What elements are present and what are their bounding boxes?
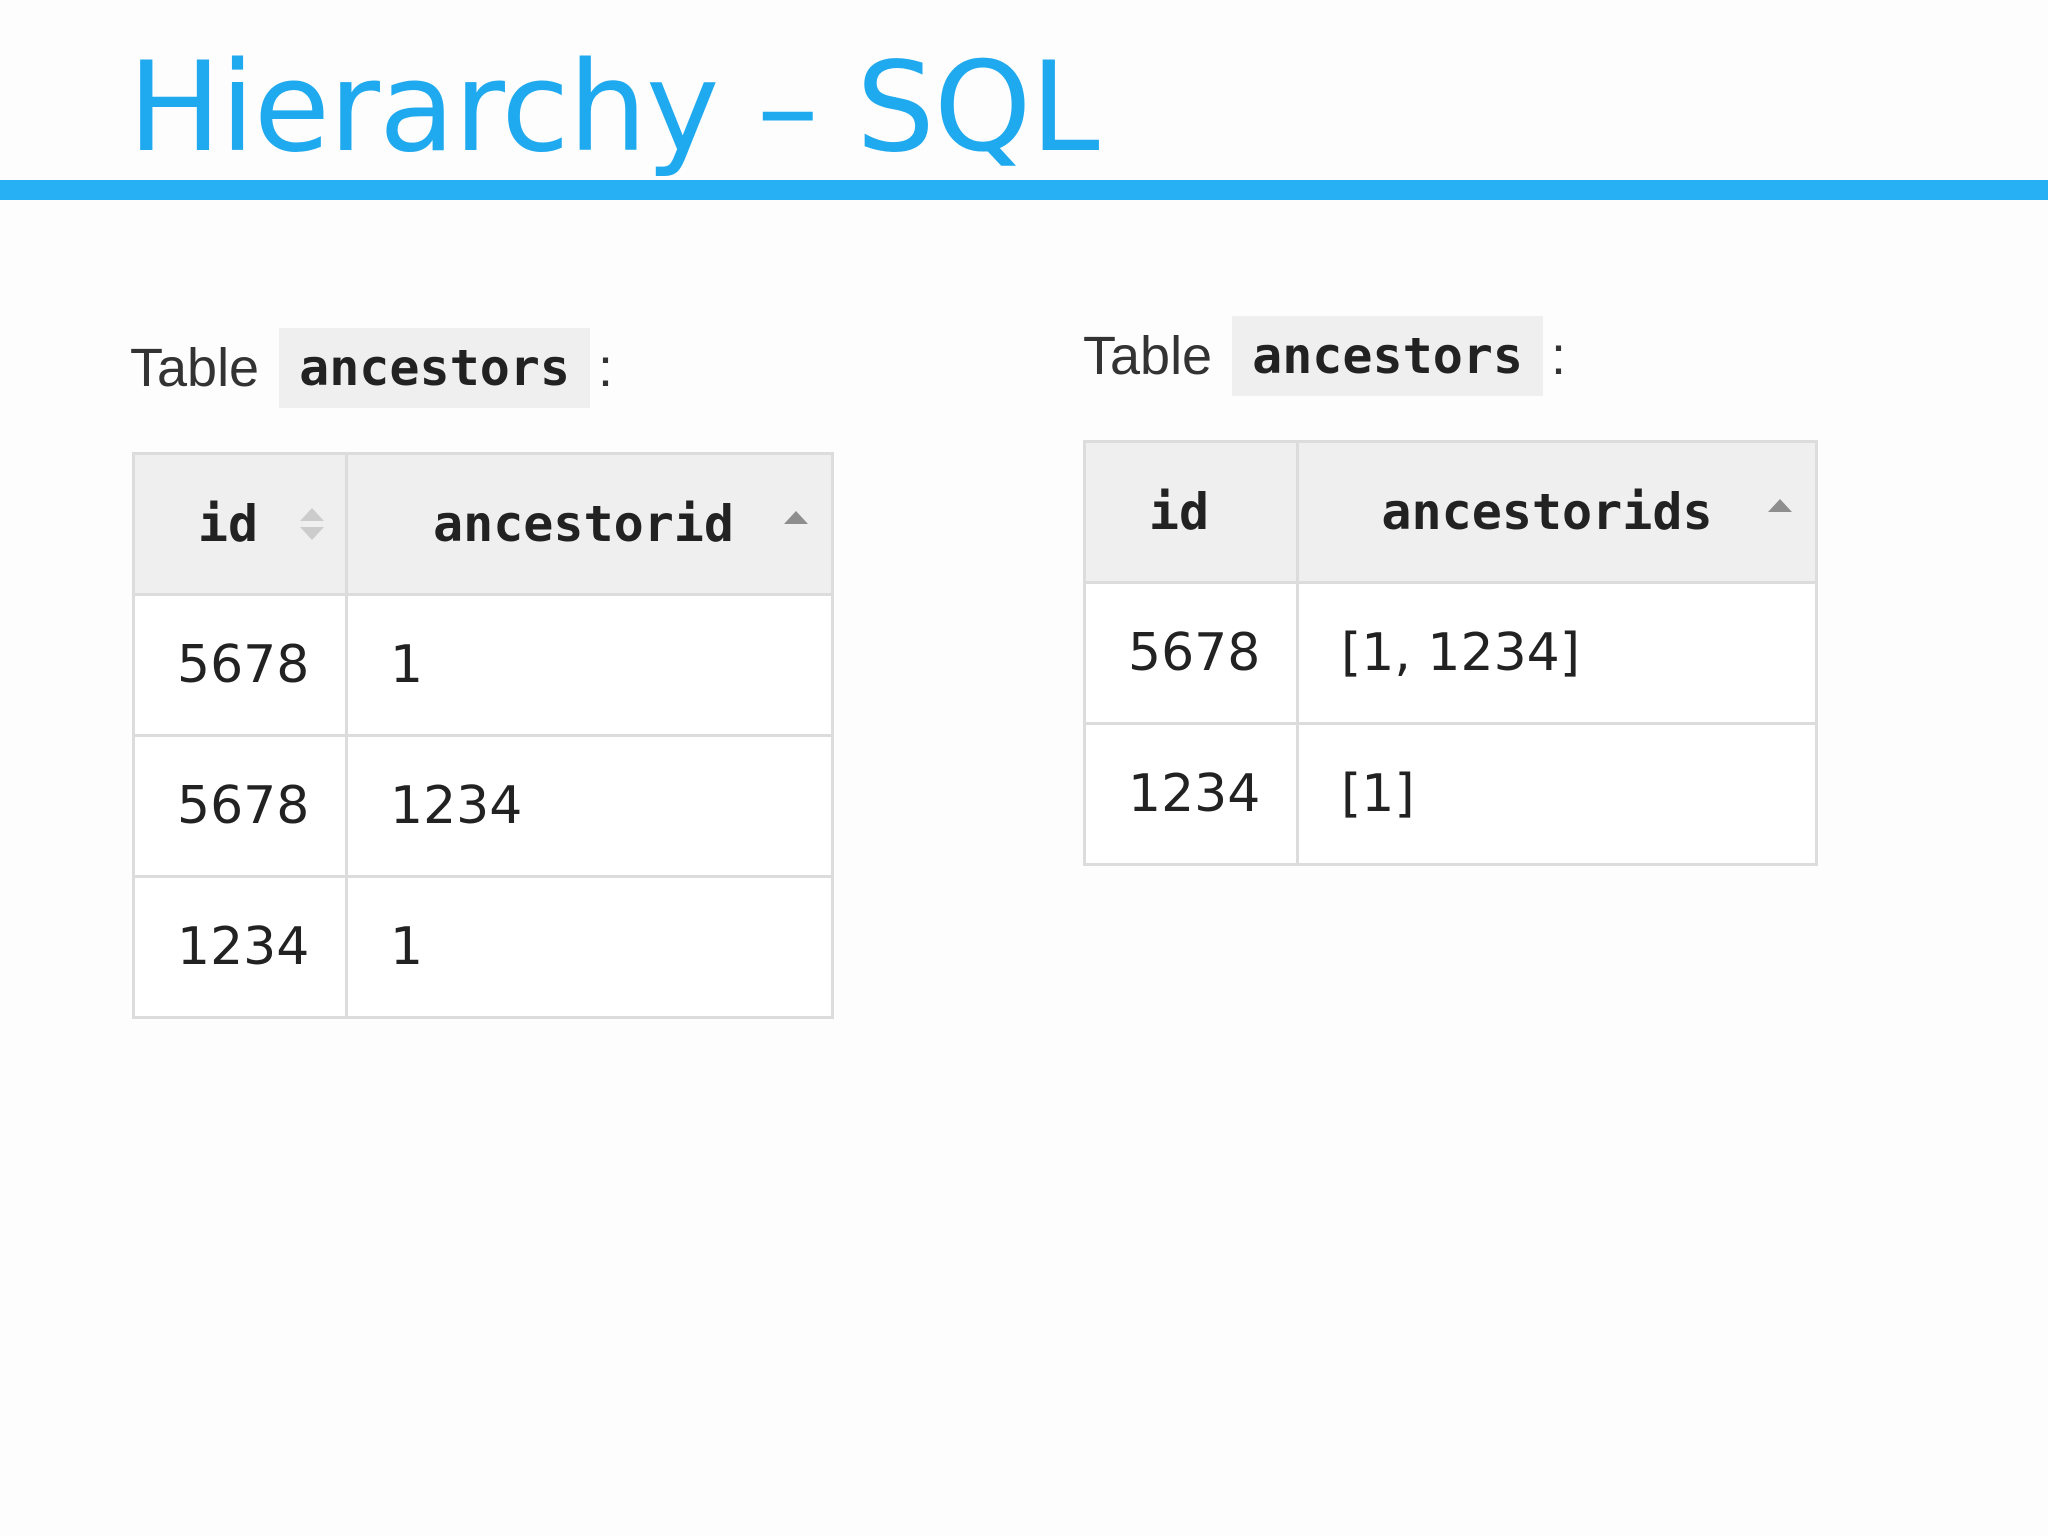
sort-ascending-icon[interactable] [1767, 499, 1793, 512]
column-header-id[interactable]: id [132, 452, 348, 596]
column-header-label: id [1148, 483, 1210, 541]
left-table-caption: Table ancestors : [130, 328, 613, 408]
column-header-label: ancestorids [1381, 483, 1713, 541]
table-row: 1234 [1] [1083, 722, 1818, 866]
column-header-id[interactable]: id [1083, 440, 1299, 584]
cell-id: 1234 [1083, 722, 1299, 866]
table-name-code: ancestors [1232, 316, 1544, 396]
table-name-code: ancestors [279, 328, 591, 408]
caption-label: Table [1083, 326, 1213, 386]
cell-id: 5678 [1083, 581, 1299, 725]
cell-ancestorid: 1 [345, 593, 834, 737]
column-header-ancestorids[interactable]: ancestorids [1296, 440, 1818, 584]
ancestors-table-arrays: id ancestorids 5678 [1, 1234] 1234 [1] [1083, 440, 1818, 866]
table-row: 5678 [1, 1234] [1083, 581, 1818, 725]
cell-ancestorid: 1 [345, 875, 834, 1019]
sort-both-icon[interactable] [299, 508, 325, 540]
column-header-label: ancestorid [432, 495, 735, 553]
ancestors-table-rows: id ancestorid 5678 1 5678 1234 1234 1 [132, 452, 834, 1019]
caption-colon: : [1551, 326, 1567, 386]
cell-id: 5678 [132, 734, 348, 878]
caption-colon: : [598, 338, 614, 398]
right-table-caption: Table ancestors : [1083, 316, 1566, 396]
column-header-ancestorid[interactable]: ancestorid [345, 452, 834, 596]
table-header-row: id ancestorid [132, 452, 834, 596]
caption-label: Table [130, 338, 260, 398]
table-row: 5678 1234 [132, 734, 834, 878]
cell-id: 5678 [132, 593, 348, 737]
table-row: 5678 1 [132, 593, 834, 737]
slide-title: Hierarchy – SQL [128, 36, 1100, 180]
title-divider [0, 180, 2048, 200]
table-row: 1234 1 [132, 875, 834, 1019]
cell-ancestorids: [1] [1296, 722, 1818, 866]
column-header-label: id [197, 495, 259, 553]
cell-ancestorid: 1234 [345, 734, 834, 878]
cell-ancestorids: [1, 1234] [1296, 581, 1818, 725]
table-header-row: id ancestorids [1083, 440, 1818, 584]
sort-ascending-icon[interactable] [783, 511, 809, 524]
cell-id: 1234 [132, 875, 348, 1019]
